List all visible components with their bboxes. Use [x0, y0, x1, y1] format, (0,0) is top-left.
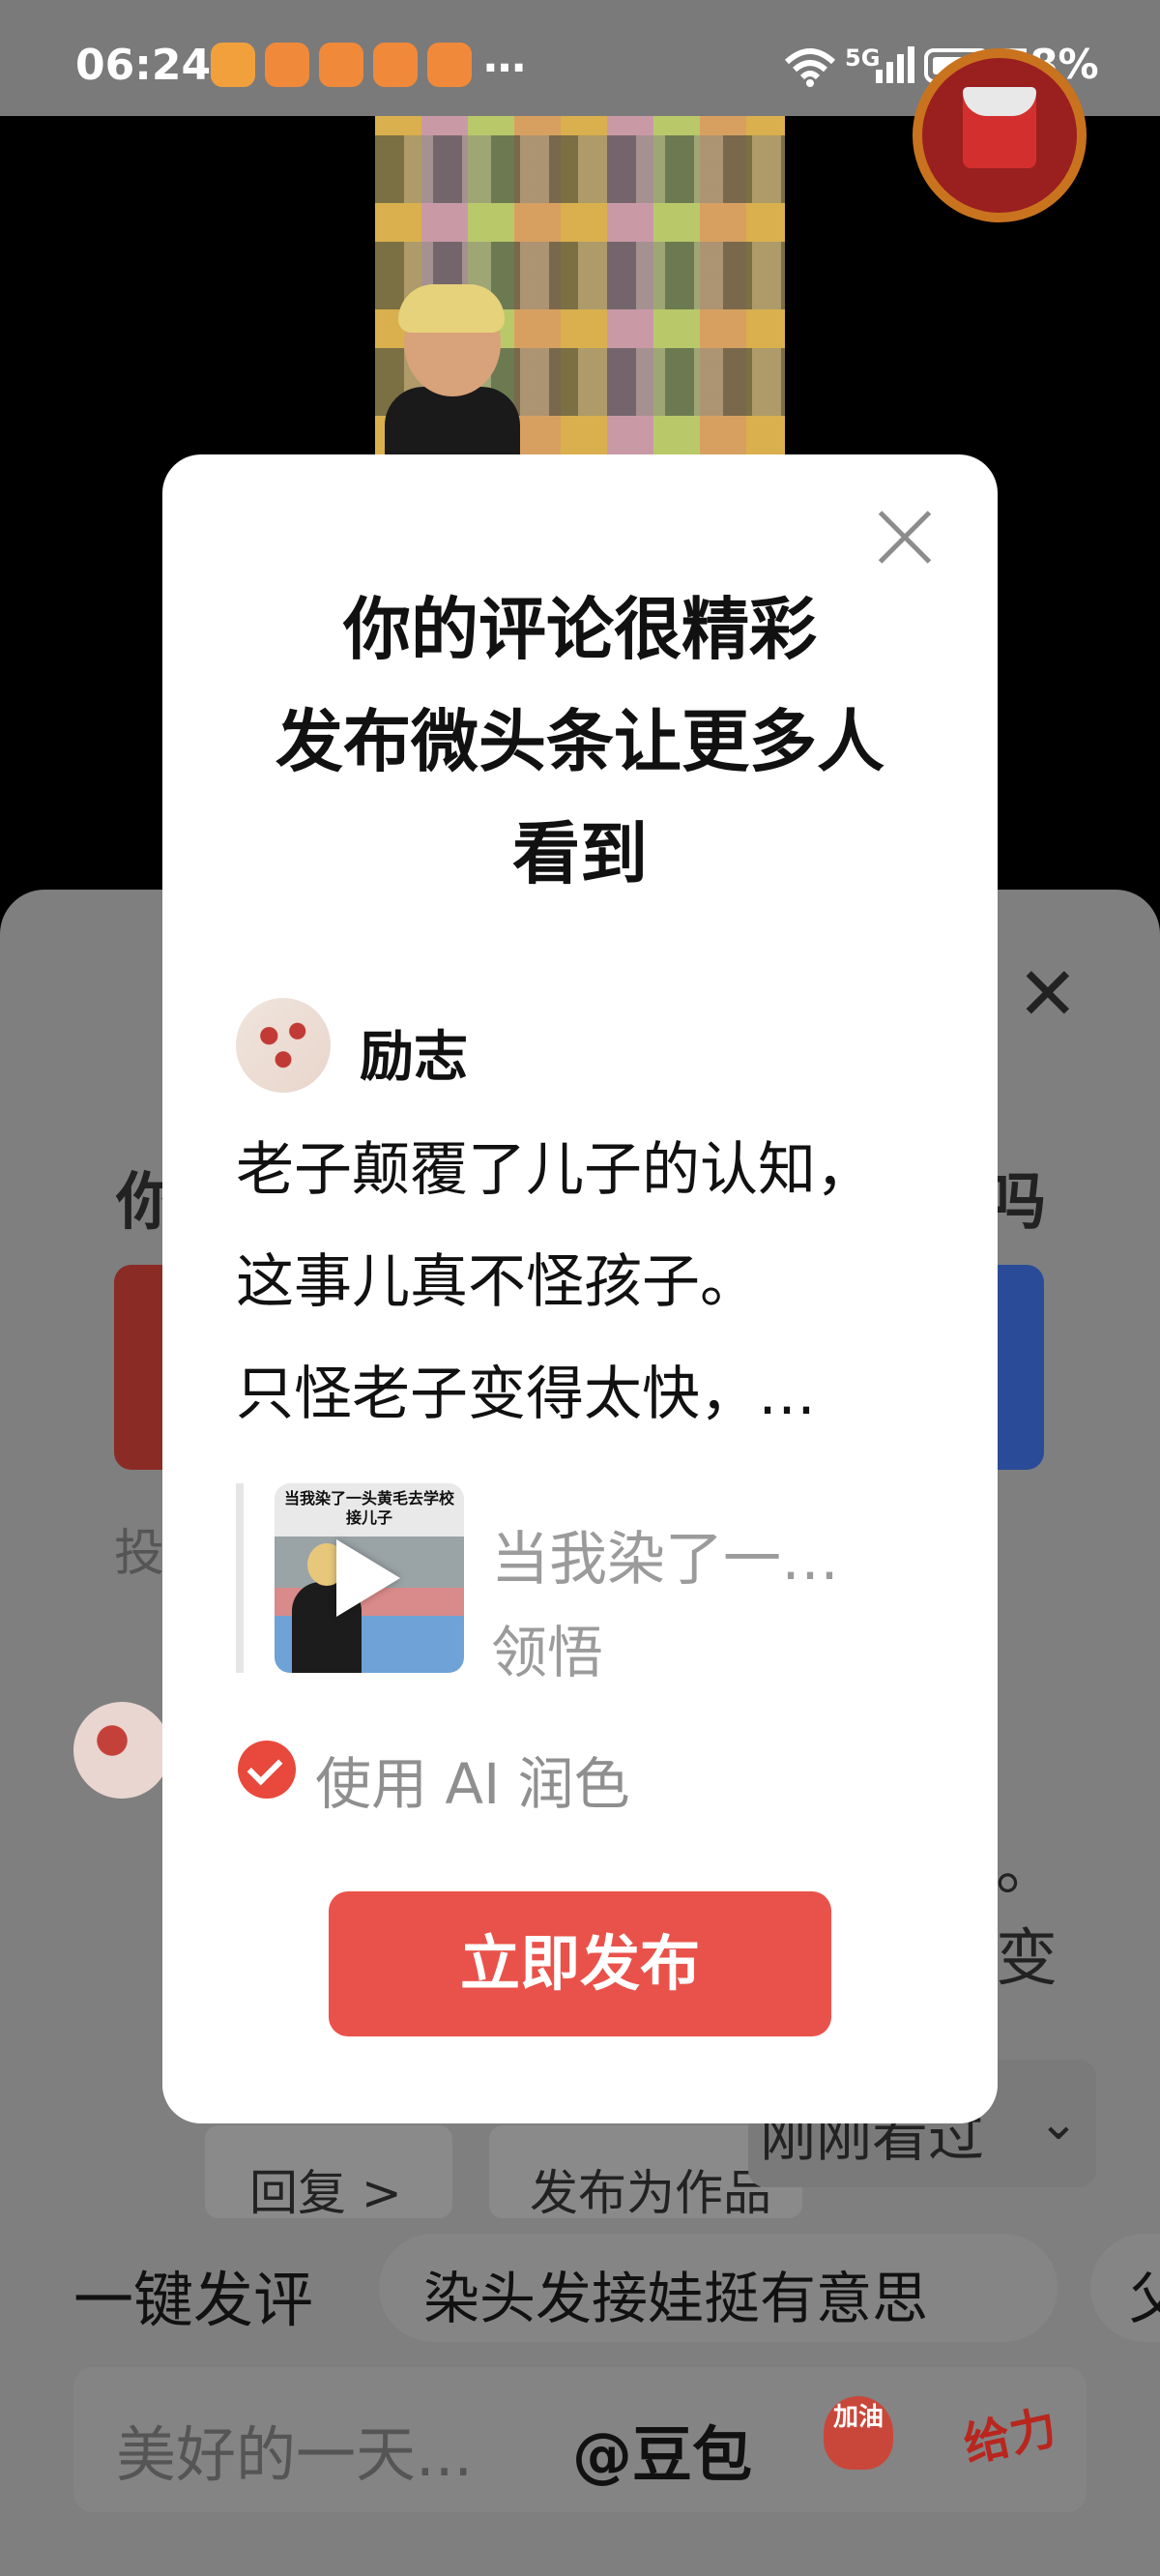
modal-title-line-1: 你的评论很精彩	[343, 590, 817, 669]
sticker-jiayou-icon[interactable]: 加油	[824, 2396, 893, 2470]
video-player[interactable]	[375, 116, 785, 454]
avatar[interactable]	[73, 1702, 170, 1799]
ai-polish-label: 使用 AI 润色	[315, 1751, 630, 1817]
comment-body-line-2: 这事儿真不怪孩子。	[236, 1248, 758, 1316]
play-icon	[336, 1539, 400, 1617]
mention-doubao-button[interactable]: @豆包	[572, 2406, 752, 2493]
notification-app-icon	[427, 43, 472, 87]
comment-body-line-3: 只怪老子变得太快，…	[236, 1361, 816, 1428]
notification-app-icon	[373, 43, 418, 87]
red-envelope-icon[interactable]	[913, 48, 1102, 222]
modal-title-line-3: 看到	[512, 814, 648, 893]
chevron-down-icon: ⌄	[1038, 2094, 1079, 2151]
video-person	[385, 284, 520, 454]
more-notifications-icon: …	[483, 33, 526, 82]
quote-bar	[236, 1483, 244, 1673]
author-avatar	[236, 998, 331, 1093]
reference-title: 当我染了一…	[491, 1526, 839, 1594]
suggested-comment-text: 染头发接娃挺有意思	[423, 2266, 929, 2331]
thumbnail-caption: 当我染了一头黄毛去学校接儿子	[283, 1489, 454, 1527]
reply-button-label: 回复 >	[249, 2165, 402, 2221]
close-icon[interactable]	[876, 509, 934, 567]
publish-as-post-label: 发布为作品	[530, 2165, 771, 2221]
notification-app-icon	[265, 43, 309, 87]
clock: 06:24	[75, 41, 212, 90]
video-thumbnail[interactable]: 当我染了一头黄毛去学校接儿子	[275, 1483, 464, 1673]
reference-author: 领悟	[491, 1620, 604, 1685]
health-app-icon	[211, 43, 255, 87]
ai-polish-checkbox[interactable]	[238, 1741, 296, 1799]
modal-title-line-2: 发布微头条让更多人	[276, 702, 884, 781]
comment-body-line-1: 老子颠覆了儿子的认知，	[236, 1136, 874, 1204]
comment-text-partial: 变	[996, 1923, 1058, 1995]
comment-input-placeholder: 美好的一天...	[116, 2419, 474, 2490]
wifi-icon	[784, 48, 836, 87]
suggested-comment-text: 父	[1129, 2266, 1160, 2331]
signal-icon	[876, 46, 914, 83]
author-name: 励志	[360, 1026, 468, 1089]
publish-now-button[interactable]: 立即发布	[329, 1891, 831, 2036]
vote-label-partial: 投	[114, 1525, 165, 1583]
comment-text-partial: 。	[996, 1832, 1058, 1904]
close-icon[interactable]: ✕	[1017, 957, 1079, 1031]
notification-app-icon	[319, 43, 363, 87]
network-type: 5G	[845, 44, 881, 72]
one-click-comment-label: 一键发评	[73, 2265, 314, 2335]
